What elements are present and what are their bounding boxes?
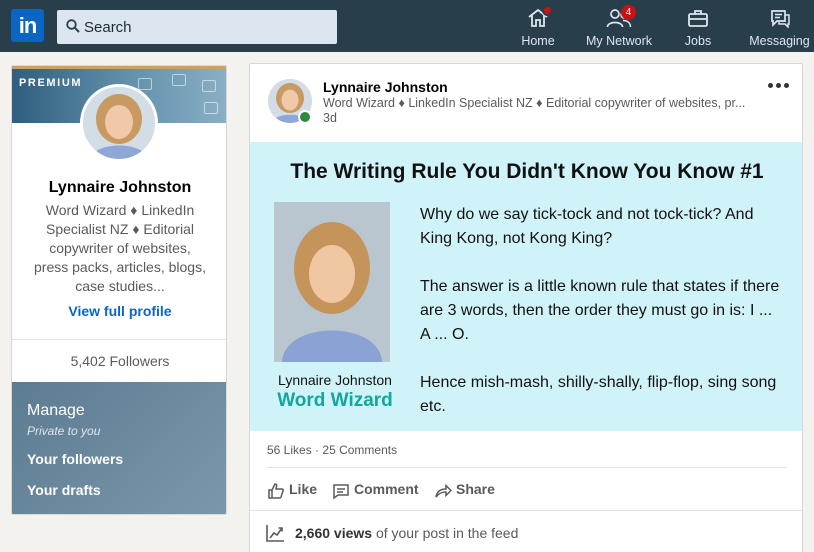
banner-decoration-icon: [204, 102, 218, 114]
analytics-chart-icon: [266, 525, 284, 542]
post-author-headline: Word Wizard ♦ LinkedIn Specialist NZ ♦ E…: [323, 96, 746, 110]
divider: [250, 510, 802, 511]
premium-stripe: [12, 66, 226, 69]
banner-decoration-icon: [172, 74, 186, 86]
comment-button[interactable]: Comment: [332, 480, 427, 504]
linkedin-logo[interactable]: in: [11, 9, 44, 42]
nav-jobs[interactable]: Jobs: [673, 0, 723, 52]
comment-label: Comment: [354, 481, 419, 497]
nav-home[interactable]: Home: [513, 0, 563, 52]
image-caption-name: Lynnaire Johnston: [278, 372, 392, 388]
your-followers-link[interactable]: Your followers: [27, 451, 123, 467]
messaging-icon: [770, 10, 790, 28]
manage-title: Manage: [27, 402, 85, 419]
views-suffix: of your post in the feed: [372, 525, 519, 541]
banner-decoration-icon: [138, 78, 152, 90]
post-views-analytics[interactable]: 2,660 views of your post in the feed: [265, 523, 565, 545]
premium-label: PREMIUM: [19, 77, 83, 89]
feed-post: Lynnaire Johnston Word Wizard ♦ LinkedIn…: [249, 63, 803, 552]
like-button[interactable]: Like: [267, 480, 327, 504]
nav-my-network-label: My Network: [586, 34, 652, 48]
comments-count[interactable]: 25 Comments: [322, 443, 397, 457]
divider: [267, 467, 787, 468]
search-bar[interactable]: Search: [57, 10, 337, 44]
top-nav: in Search Home 4 My Network Jobs Messagi…: [0, 0, 814, 52]
nav-home-label: Home: [521, 34, 555, 48]
post-social-counts: 56 Likes · 25 Comments: [267, 443, 397, 457]
view-full-profile-link[interactable]: View full profile: [12, 303, 226, 319]
profile-avatar[interactable]: [80, 84, 158, 162]
nav-messaging-label: Messaging: [749, 34, 810, 48]
post-paragraph: The answer is a little known rule that s…: [420, 278, 780, 343]
post-image[interactable]: The Writing Rule You Didn't Know You Kno…: [250, 142, 802, 431]
stats-separator: ·: [315, 443, 320, 457]
search-placeholder: Search: [84, 19, 132, 36]
nav-my-network[interactable]: 4 My Network: [580, 0, 658, 52]
manage-subtitle: Private to you: [27, 424, 101, 438]
post-author-name[interactable]: Lynnaire Johnston: [323, 79, 448, 95]
followers-count[interactable]: 5,402 Followers: [12, 353, 226, 369]
portrait-image: [83, 87, 155, 159]
share-label: Share: [456, 481, 495, 497]
share-icon: [435, 483, 452, 498]
search-icon: [66, 19, 80, 33]
briefcase-icon: [688, 10, 708, 27]
your-drafts-link[interactable]: Your drafts: [27, 482, 101, 498]
author-photo: [274, 202, 390, 362]
nav-messaging[interactable]: Messaging: [745, 0, 814, 52]
portrait-image: [274, 202, 390, 362]
views-text: 2,660 views of your post in the feed: [295, 525, 518, 541]
post-paragraph: Why do we say tick-tock and not tock-tic…: [420, 206, 754, 247]
post-image-title: The Writing Rule You Didn't Know You Kno…: [290, 160, 764, 183]
profile-card: PREMIUM Lynnaire Johnston Word Wizard ♦ …: [11, 65, 227, 515]
post-image-text: Why do we say tick-tock and not tock-tic…: [420, 203, 780, 443]
network-badge: 4: [621, 5, 636, 20]
manage-section: Manage Private to you Your followers You…: [12, 382, 226, 514]
share-button[interactable]: Share: [434, 480, 509, 504]
word-wizard-logo: Word Wizard: [277, 390, 393, 411]
home-notification-dot: [542, 5, 553, 16]
likes-count[interactable]: 56 Likes: [267, 443, 312, 457]
post-timestamp: 3d: [323, 111, 337, 125]
banner-decoration-icon: [202, 80, 216, 92]
nav-jobs-label: Jobs: [684, 34, 712, 48]
post-paragraph: Hence mish-mash, shilly-shally, flip-flo…: [420, 374, 777, 415]
views-count: 2,660 views: [295, 525, 373, 541]
profile-headline: Word Wizard ♦ LinkedIn Specialist NZ ♦ E…: [34, 202, 206, 294]
more-options-icon[interactable]: [768, 80, 790, 90]
online-status-indicator: [298, 110, 312, 124]
profile-name[interactable]: Lynnaire Johnston: [12, 179, 226, 197]
like-icon: [268, 483, 284, 499]
comment-icon: [333, 484, 349, 500]
divider: [12, 339, 226, 340]
like-label: Like: [289, 481, 318, 497]
